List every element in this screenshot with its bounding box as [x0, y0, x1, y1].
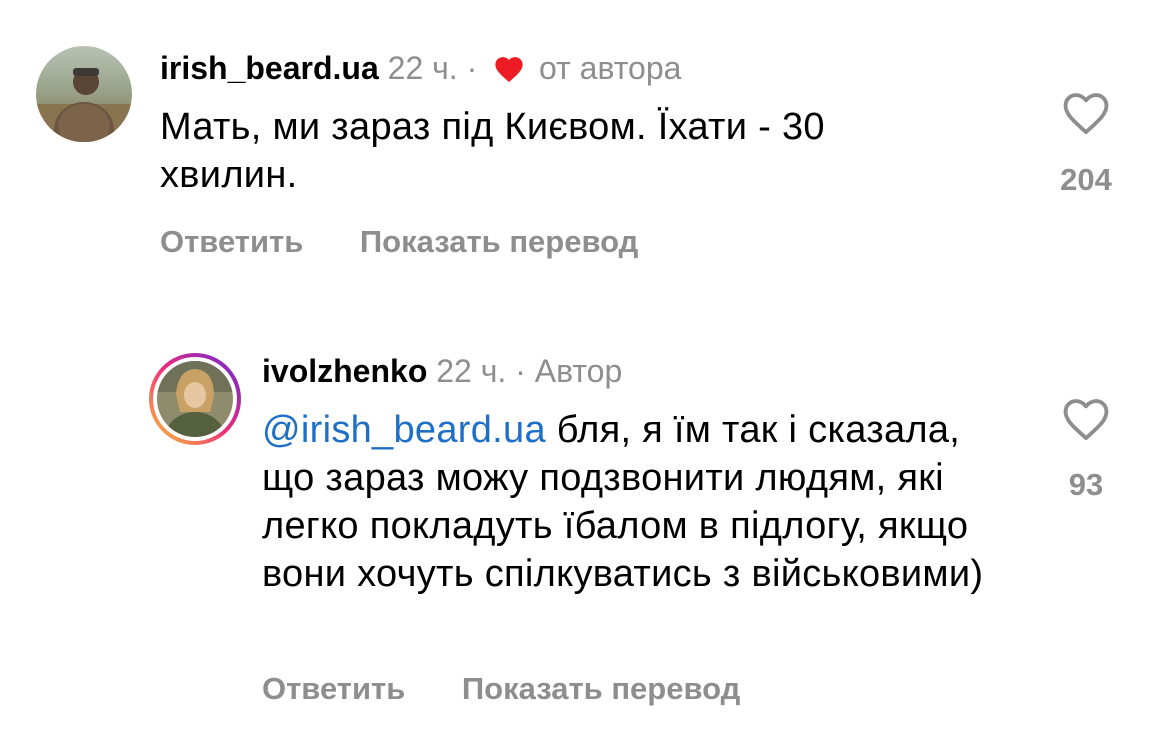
show-translation-button[interactable]: Показать перевод [462, 671, 740, 706]
username[interactable]: irish_beard.ua [160, 50, 379, 86]
comment-header: ivolzhenko 22 ч. · Автор [262, 351, 622, 391]
author-badge: Автор [534, 353, 623, 389]
heart-filled-icon [492, 52, 526, 92]
heart-outline-icon[interactable] [1058, 86, 1114, 136]
like-count: 93 [1068, 467, 1104, 502]
comment-actions: Ответить Показать перевод [262, 671, 740, 707]
separator: · [466, 50, 478, 86]
reply-button[interactable]: Ответить [262, 671, 405, 706]
avatar[interactable] [36, 46, 132, 142]
like-count: 204 [1060, 162, 1112, 197]
username[interactable]: ivolzhenko [262, 353, 427, 389]
heart-outline-icon[interactable] [1058, 392, 1114, 442]
separator: · [515, 353, 526, 389]
comment-header: irish_beard.ua 22 ч. · от автора [160, 48, 681, 92]
avatar-story-ring[interactable] [148, 352, 242, 446]
comment-text: Мать, ми зараз під Києвом. Їхати - 30 хв… [160, 106, 825, 196]
show-translation-button[interactable]: Показать перевод [360, 224, 638, 259]
author-liked-badge: от автора [539, 50, 682, 86]
reply-button[interactable]: Ответить [160, 224, 303, 259]
timestamp: 22 ч. [387, 50, 458, 86]
timestamp: 22 ч. [436, 353, 507, 389]
mention-link[interactable]: @irish_beard.ua [262, 409, 546, 451]
comment-actions: Ответить Показать перевод [160, 224, 638, 260]
comment-text: @irish_beard.ua бля, я їм так і сказала,… [262, 409, 984, 595]
